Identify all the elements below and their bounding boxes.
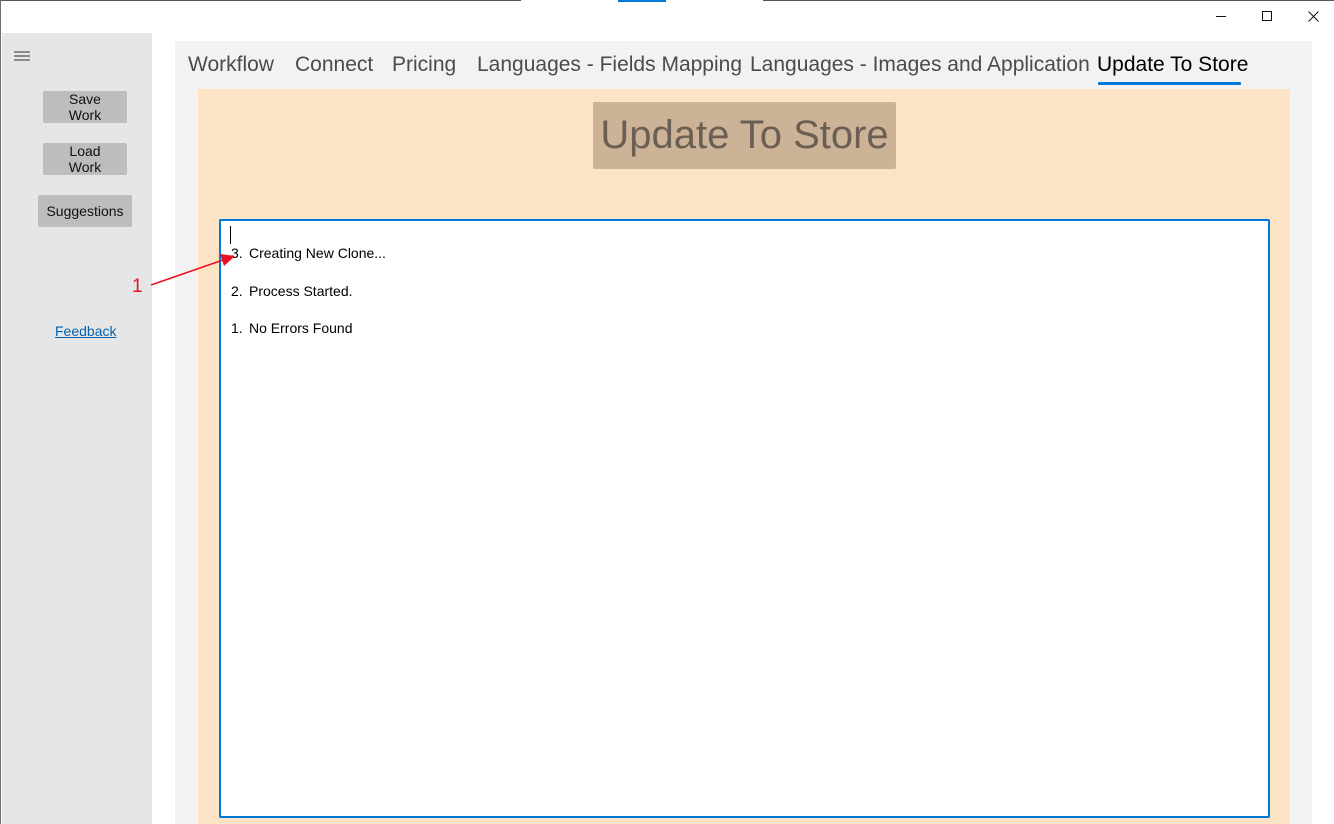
sidebar: Save Work Load Work Suggestions Feedback: [2, 33, 152, 824]
maximize-icon: [1261, 11, 1272, 21]
save-work-button[interactable]: Save Work: [43, 91, 127, 123]
log-line: 1. No Errors Found: [231, 320, 352, 336]
annotation-number: 1: [132, 276, 143, 297]
log-textbox[interactable]: 3. Creating New Clone... 2. Process Starte…: [219, 219, 1270, 818]
tab-languages-images-and-application[interactable]: Languages - Images and Application: [750, 53, 1090, 77]
log-line-number: 3.: [231, 245, 243, 261]
app-window: Save Work Load Work Suggestions Feedback…: [0, 0, 1334, 824]
tab-bar: Workflow Connect Pricing Languages - Fie…: [175, 41, 1312, 89]
log-line-number: 2.: [231, 283, 243, 299]
log-line-number: 1.: [231, 320, 243, 336]
log-line-text: No Errors Found: [249, 320, 353, 336]
suggestions-button[interactable]: Suggestions: [38, 195, 132, 227]
minimize-icon: [1215, 16, 1226, 17]
main-content: Workflow Connect Pricing Languages - Fie…: [175, 41, 1312, 824]
tab-languages-fields-mapping[interactable]: Languages - Fields Mapping: [477, 53, 742, 77]
close-button[interactable]: [1290, 0, 1334, 33]
log-line: 3. Creating New Clone...: [231, 245, 386, 261]
tab-pricing[interactable]: Pricing: [392, 53, 456, 77]
load-work-button[interactable]: Load Work: [43, 143, 127, 175]
close-icon: [1307, 11, 1319, 22]
title-bar-accent: [618, 0, 666, 2]
tab-update-to-store[interactable]: Update To Store: [1097, 53, 1248, 77]
feedback-link[interactable]: Feedback: [55, 323, 116, 339]
tab-workflow[interactable]: Workflow: [188, 53, 274, 77]
minimize-button[interactable]: [1198, 0, 1244, 33]
log-line: 2. Process Started.: [231, 283, 353, 299]
title-bar[interactable]: [1, 0, 1334, 33]
log-line-text: Creating New Clone...: [249, 245, 386, 261]
text-caret: [230, 226, 231, 244]
tab-connect[interactable]: Connect: [295, 53, 373, 77]
maximize-button[interactable]: [1244, 0, 1290, 33]
update-to-store-panel: Update To Store 3. Creating New Clone... …: [198, 89, 1290, 824]
active-tab-indicator: [1098, 82, 1241, 85]
log-line-text: Process Started.: [249, 283, 353, 299]
panel-title[interactable]: Update To Store: [593, 102, 896, 169]
hamburger-icon[interactable]: [14, 47, 31, 61]
title-bar-edge: [1, 0, 521, 1]
